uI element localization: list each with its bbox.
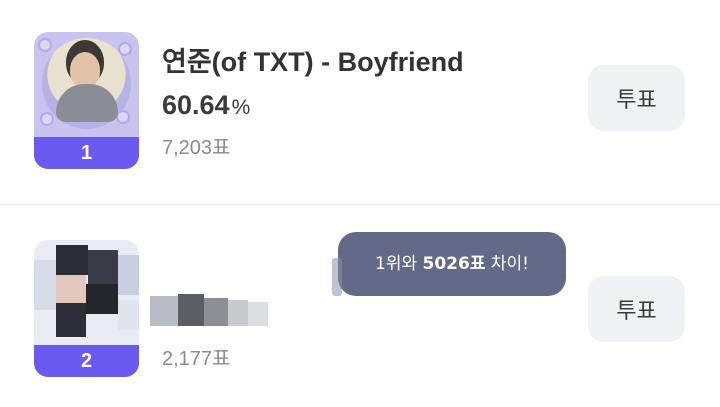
song-thumbnail[interactable]: 2 [34, 240, 139, 377]
song-thumbnail[interactable]: 1 [34, 32, 139, 169]
percent-value: 60.64 [162, 90, 230, 120]
vote-button[interactable]: 투표 [588, 65, 685, 131]
album-art-image [34, 32, 139, 137]
tooltip-tail [332, 258, 342, 296]
percent-unit: % [231, 96, 251, 119]
vote-gap-tooltip: 1위와 5026표 차이! [332, 232, 566, 296]
vote-percentage: 60.64% [162, 90, 250, 121]
tooltip-suffix: 차이! [485, 254, 529, 274]
rank-badge: 2 [34, 345, 139, 377]
vote-button[interactable]: 투표 [588, 276, 685, 342]
rank-badge: 1 [34, 137, 139, 169]
tooltip-prefix: 1위와 [375, 254, 423, 274]
blurred-song-title [150, 290, 270, 332]
blurred-album-art-image [34, 240, 139, 345]
vote-count: 2,177표 [162, 348, 231, 370]
song-title: 연준(of TXT) - Boyfriend [162, 47, 464, 77]
ranking-item-2: 2 2,177표 투표 1위와 5026표 차이! [0, 205, 720, 407]
vote-count: 7,203표 [162, 137, 231, 159]
tooltip-vote-difference: 5026표 [422, 254, 486, 274]
ranking-item-1: 1 연준(of TXT) - Boyfriend 60.64% 7,203표 투… [0, 0, 720, 204]
